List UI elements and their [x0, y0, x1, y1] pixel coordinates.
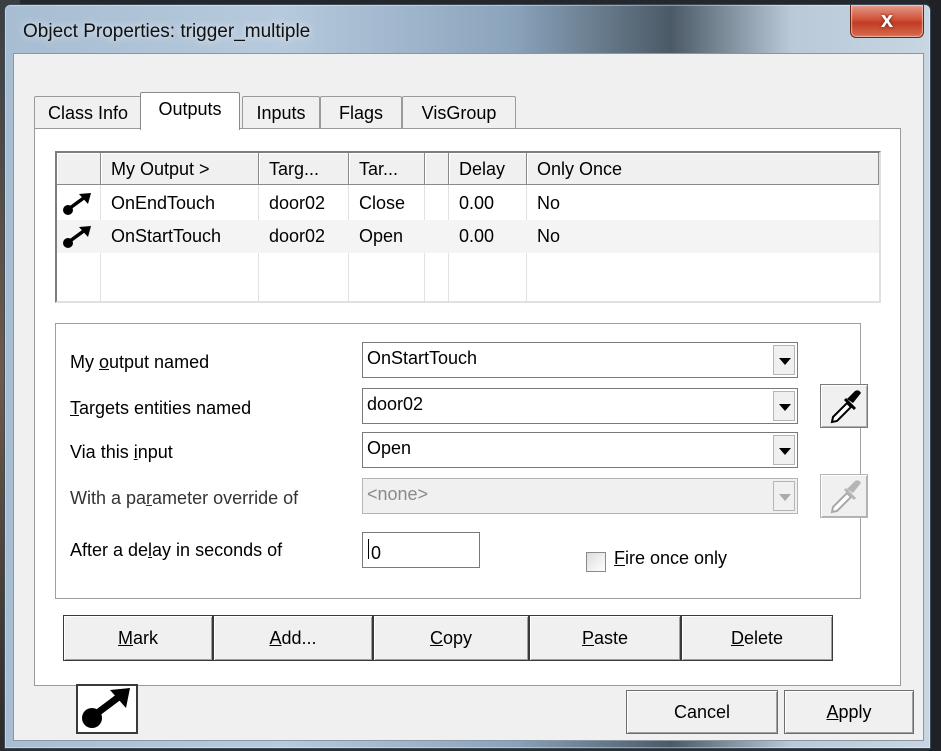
title-bar[interactable]: Object Properties: trigger_multiple x [5, 5, 930, 57]
table-row[interactable]: OnStartTouch door02 Open 0.00 No [57, 220, 879, 253]
output-name-cell: OnEndTouch [111, 193, 216, 213]
tab-flags[interactable]: Flags [320, 96, 402, 129]
parameter-override-value: <none> [367, 484, 429, 504]
target-entities-value: door02 [367, 394, 424, 414]
target-entities-combo[interactable]: door02 [362, 388, 798, 424]
column-header-target[interactable]: Targ... [259, 153, 349, 185]
entity-io-icon [76, 684, 138, 734]
delete-button[interactable]: Delete [681, 615, 833, 661]
cancel-button[interactable]: Cancel [626, 690, 778, 734]
copy-button[interactable]: Copy [373, 615, 529, 661]
delay-label: After a delay in seconds of [70, 540, 283, 560]
dialog-client-area: Class Info Outputs Inputs Flags VisGroup… [13, 53, 924, 741]
parameter-override-combo[interactable]: <none> [362, 478, 798, 514]
delay-input[interactable]: 0 [362, 532, 480, 568]
delay-cell: 0.00 [459, 193, 495, 213]
fire-once-checkbox[interactable] [586, 552, 606, 572]
column-header-target-input[interactable]: Tar... [349, 153, 425, 185]
outputs-tab-panel: My Output > Targ... Tar... Delay Only On… [34, 128, 901, 686]
close-icon: x [880, 7, 894, 32]
output-name-cell: OnStartTouch [111, 226, 222, 246]
via-input-combo[interactable]: Open [362, 432, 798, 468]
delay-input-value: 0 [367, 538, 381, 563]
output-name-value: OnStartTouch [367, 348, 478, 368]
column-header-icon[interactable] [57, 153, 101, 185]
tab-class-info[interactable]: Class Info [34, 96, 142, 129]
tab-outputs[interactable]: Outputs [140, 92, 240, 130]
outputs-list[interactable]: My Output > Targ... Tar... Delay Only On… [55, 151, 881, 303]
eyedropper-icon [830, 480, 861, 514]
parameter-override-label: With a parameter override of [70, 488, 299, 508]
column-header-delay[interactable]: Delay [449, 153, 527, 185]
tab-inputs[interactable]: Inputs [242, 96, 320, 129]
tab-visgroup[interactable]: VisGroup [402, 96, 516, 129]
chevron-down-icon[interactable] [773, 391, 795, 421]
close-button[interactable]: x [850, 5, 924, 38]
chevron-down-icon[interactable] [773, 481, 795, 511]
target-input-cell: Open [359, 226, 404, 246]
output-arrow-icon [63, 193, 91, 215]
add-button[interactable]: Add... [213, 615, 373, 661]
mark-button[interactable]: Mark [63, 615, 213, 661]
target-cell: door02 [269, 193, 326, 213]
via-input-label: Via this input [70, 442, 173, 462]
output-name-combo[interactable]: OnStartTouch [362, 342, 798, 378]
table-row-empty[interactable] [57, 253, 879, 286]
chevron-down-icon[interactable] [773, 345, 795, 375]
table-row[interactable]: OnEndTouch door02 Close 0.00 No [57, 187, 879, 220]
target-entities-label: Targets entities named [70, 398, 252, 418]
window-title: Object Properties: trigger_multiple [23, 21, 311, 42]
output-arrow-icon [82, 688, 130, 728]
only-once-cell: No [537, 193, 561, 213]
target-input-cell: Close [359, 193, 406, 213]
pick-parameter-button[interactable] [820, 474, 868, 518]
via-input-value: Open [367, 438, 412, 458]
apply-button[interactable]: Apply [784, 690, 914, 734]
outputs-list-header: My Output > Targ... Tar... Delay Only On… [57, 153, 879, 185]
object-properties-window: Object Properties: trigger_multiple x Cl… [4, 4, 931, 749]
target-cell: door02 [269, 226, 326, 246]
output-name-label: My output named [70, 352, 210, 372]
column-header-parameter[interactable] [425, 153, 449, 185]
delay-cell: 0.00 [459, 226, 495, 246]
fire-once-label[interactable]: Fire once only [614, 548, 727, 569]
paste-button[interactable]: Paste [529, 615, 681, 661]
column-header-only-once[interactable]: Only Once [527, 153, 879, 185]
column-header-my-output[interactable]: My Output > [101, 153, 259, 185]
output-editor-group: My output named OnStartTouch Targets ent… [55, 323, 868, 599]
chevron-down-icon[interactable] [773, 435, 795, 465]
pick-entity-button[interactable] [820, 384, 868, 428]
eyedropper-icon [830, 390, 861, 424]
only-once-cell: No [537, 226, 561, 246]
output-arrow-icon [63, 226, 91, 248]
